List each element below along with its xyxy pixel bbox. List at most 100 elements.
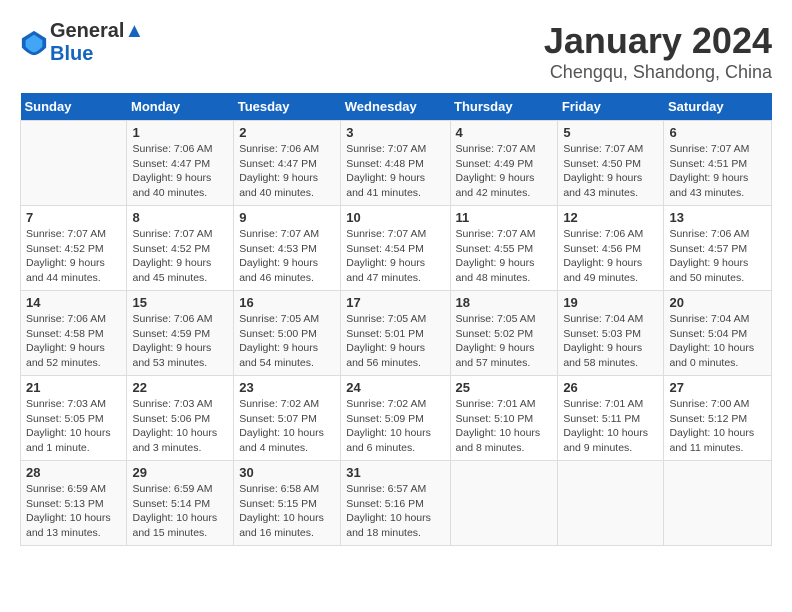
day-detail: Sunrise: 7:06 AM Sunset: 4:59 PM Dayligh… <box>132 312 228 371</box>
day-number: 3 <box>346 125 444 140</box>
day-detail: Sunrise: 7:06 AM Sunset: 4:58 PM Dayligh… <box>26 312 121 371</box>
calendar-cell: 26 Sunrise: 7:01 AM Sunset: 5:11 PM Dayli… <box>558 376 664 461</box>
day-detail: Sunrise: 6:57 AM Sunset: 5:16 PM Dayligh… <box>346 482 444 541</box>
day-number: 25 <box>456 380 553 395</box>
day-detail: Sunrise: 7:07 AM Sunset: 4:49 PM Dayligh… <box>456 142 553 201</box>
calendar-cell: 16 Sunrise: 7:05 AM Sunset: 5:00 PM Dayli… <box>234 291 341 376</box>
calendar-cell: 2 Sunrise: 7:06 AM Sunset: 4:47 PM Daylig… <box>234 121 341 206</box>
day-number: 20 <box>669 295 766 310</box>
calendar-cell: 24Sunrise: 7:02 AM Sunset: 5:09 PM Dayli… <box>341 376 450 461</box>
weekday-header-wednesday: Wednesday <box>341 93 450 121</box>
day-number: 14 <box>26 295 121 310</box>
month-title: January 2024 <box>544 20 772 62</box>
day-detail: Sunrise: 7:07 AM Sunset: 4:48 PM Dayligh… <box>346 142 444 201</box>
calendar-cell: 20 Sunrise: 7:04 AM Sunset: 5:04 PM Dayli… <box>664 291 772 376</box>
day-detail: Sunrise: 7:07 AM Sunset: 4:53 PM Dayligh… <box>239 227 335 286</box>
day-detail: Sunrise: 7:06 AM Sunset: 4:57 PM Dayligh… <box>669 227 766 286</box>
day-number: 18 <box>456 295 553 310</box>
day-number: 28 <box>26 465 121 480</box>
day-detail: Sunrise: 7:01 AM Sunset: 5:11 PM Dayligh… <box>563 397 658 456</box>
calendar-cell: 18 Sunrise: 7:05 AM Sunset: 5:02 PM Dayli… <box>450 291 558 376</box>
calendar-cell <box>21 121 127 206</box>
weekday-header-thursday: Thursday <box>450 93 558 121</box>
calendar-cell: 7 Sunrise: 7:07 AM Sunset: 4:52 PM Daylig… <box>21 206 127 291</box>
calendar-cell: 21 Sunrise: 7:03 AM Sunset: 5:05 PM Dayli… <box>21 376 127 461</box>
day-number: 21 <box>26 380 121 395</box>
day-number: 26 <box>563 380 658 395</box>
day-number: 12 <box>563 210 658 225</box>
day-number: 8 <box>132 210 228 225</box>
calendar-cell: 12 Sunrise: 7:06 AM Sunset: 4:56 PM Dayli… <box>558 206 664 291</box>
logo: General▲ Blue <box>20 20 144 66</box>
logo-icon <box>20 29 48 57</box>
day-number: 9 <box>239 210 335 225</box>
day-detail: Sunrise: 7:06 AM Sunset: 4:56 PM Dayligh… <box>563 227 658 286</box>
calendar-cell: 15Sunrise: 7:06 AM Sunset: 4:59 PM Dayli… <box>127 291 234 376</box>
calendar-cell: 10 Sunrise: 7:07 AM Sunset: 4:54 PM Dayli… <box>341 206 450 291</box>
calendar-cell: 27Sunrise: 7:00 AM Sunset: 5:12 PM Dayli… <box>664 376 772 461</box>
day-number: 4 <box>456 125 553 140</box>
day-number: 30 <box>239 465 335 480</box>
day-number: 19 <box>563 295 658 310</box>
day-number: 7 <box>26 210 121 225</box>
day-number: 13 <box>669 210 766 225</box>
day-detail: Sunrise: 7:05 AM Sunset: 5:02 PM Dayligh… <box>456 312 553 371</box>
day-number: 27 <box>669 380 766 395</box>
day-detail: Sunrise: 7:06 AM Sunset: 4:47 PM Dayligh… <box>239 142 335 201</box>
day-detail: Sunrise: 7:06 AM Sunset: 4:47 PM Dayligh… <box>132 142 228 201</box>
calendar-cell: 29 Sunrise: 6:59 AM Sunset: 5:14 PM Dayli… <box>127 461 234 546</box>
logo-text: General▲ Blue <box>50 20 144 66</box>
day-detail: Sunrise: 7:05 AM Sunset: 5:01 PM Dayligh… <box>346 312 444 371</box>
calendar-cell: 1Sunrise: 7:06 AM Sunset: 4:47 PM Daylig… <box>127 121 234 206</box>
calendar-cell: 6Sunrise: 7:07 AM Sunset: 4:51 PM Daylig… <box>664 121 772 206</box>
calendar-cell: 3 Sunrise: 7:07 AM Sunset: 4:48 PM Daylig… <box>341 121 450 206</box>
day-detail: Sunrise: 7:05 AM Sunset: 5:00 PM Dayligh… <box>239 312 335 371</box>
day-detail: Sunrise: 7:07 AM Sunset: 4:52 PM Dayligh… <box>26 227 121 286</box>
calendar-cell: 31 Sunrise: 6:57 AM Sunset: 5:16 PM Dayli… <box>341 461 450 546</box>
calendar-cell <box>450 461 558 546</box>
day-detail: Sunrise: 6:59 AM Sunset: 5:14 PM Dayligh… <box>132 482 228 541</box>
day-detail: Sunrise: 6:59 AM Sunset: 5:13 PM Dayligh… <box>26 482 121 541</box>
title-block: January 2024 Chengqu, Shandong, China <box>544 20 772 83</box>
day-number: 2 <box>239 125 335 140</box>
calendar-cell: 17 Sunrise: 7:05 AM Sunset: 5:01 PM Dayli… <box>341 291 450 376</box>
weekday-header-friday: Friday <box>558 93 664 121</box>
day-detail: Sunrise: 7:07 AM Sunset: 4:54 PM Dayligh… <box>346 227 444 286</box>
day-detail: Sunrise: 7:07 AM Sunset: 4:52 PM Dayligh… <box>132 227 228 286</box>
day-detail: Sunrise: 7:02 AM Sunset: 5:09 PM Dayligh… <box>346 397 444 456</box>
calendar-cell: 23 Sunrise: 7:02 AM Sunset: 5:07 PM Dayli… <box>234 376 341 461</box>
calendar-cell: 28 Sunrise: 6:59 AM Sunset: 5:13 PM Dayli… <box>21 461 127 546</box>
day-detail: Sunrise: 7:02 AM Sunset: 5:07 PM Dayligh… <box>239 397 335 456</box>
day-detail: Sunrise: 7:07 AM Sunset: 4:50 PM Dayligh… <box>563 142 658 201</box>
day-number: 31 <box>346 465 444 480</box>
day-number: 17 <box>346 295 444 310</box>
day-detail: Sunrise: 7:04 AM Sunset: 5:03 PM Dayligh… <box>563 312 658 371</box>
day-detail: Sunrise: 7:03 AM Sunset: 5:05 PM Dayligh… <box>26 397 121 456</box>
day-detail: Sunrise: 7:04 AM Sunset: 5:04 PM Dayligh… <box>669 312 766 371</box>
day-number: 16 <box>239 295 335 310</box>
calendar-cell: 14 Sunrise: 7:06 AM Sunset: 4:58 PM Dayli… <box>21 291 127 376</box>
weekday-header-tuesday: Tuesday <box>234 93 341 121</box>
day-number: 6 <box>669 125 766 140</box>
calendar-table: SundayMondayTuesdayWednesdayThursdayFrid… <box>20 93 772 546</box>
weekday-header-saturday: Saturday <box>664 93 772 121</box>
calendar-cell <box>558 461 664 546</box>
day-detail: Sunrise: 7:01 AM Sunset: 5:10 PM Dayligh… <box>456 397 553 456</box>
day-number: 11 <box>456 210 553 225</box>
day-number: 22 <box>132 380 228 395</box>
calendar-cell <box>664 461 772 546</box>
calendar-cell: 25 Sunrise: 7:01 AM Sunset: 5:10 PM Dayli… <box>450 376 558 461</box>
page-header: General▲ Blue January 2024 Chengqu, Shan… <box>20 20 772 83</box>
day-number: 29 <box>132 465 228 480</box>
day-number: 23 <box>239 380 335 395</box>
calendar-cell: 19 Sunrise: 7:04 AM Sunset: 5:03 PM Dayli… <box>558 291 664 376</box>
calendar-cell: 11 Sunrise: 7:07 AM Sunset: 4:55 PM Dayli… <box>450 206 558 291</box>
day-number: 5 <box>563 125 658 140</box>
day-detail: Sunrise: 7:07 AM Sunset: 4:55 PM Dayligh… <box>456 227 553 286</box>
day-number: 10 <box>346 210 444 225</box>
calendar-cell: 8 Sunrise: 7:07 AM Sunset: 4:52 PM Daylig… <box>127 206 234 291</box>
weekday-header-sunday: Sunday <box>21 93 127 121</box>
day-detail: Sunrise: 7:03 AM Sunset: 5:06 PM Dayligh… <box>132 397 228 456</box>
calendar-cell: 9 Sunrise: 7:07 AM Sunset: 4:53 PM Daylig… <box>234 206 341 291</box>
calendar-cell: 13 Sunrise: 7:06 AM Sunset: 4:57 PM Dayli… <box>664 206 772 291</box>
